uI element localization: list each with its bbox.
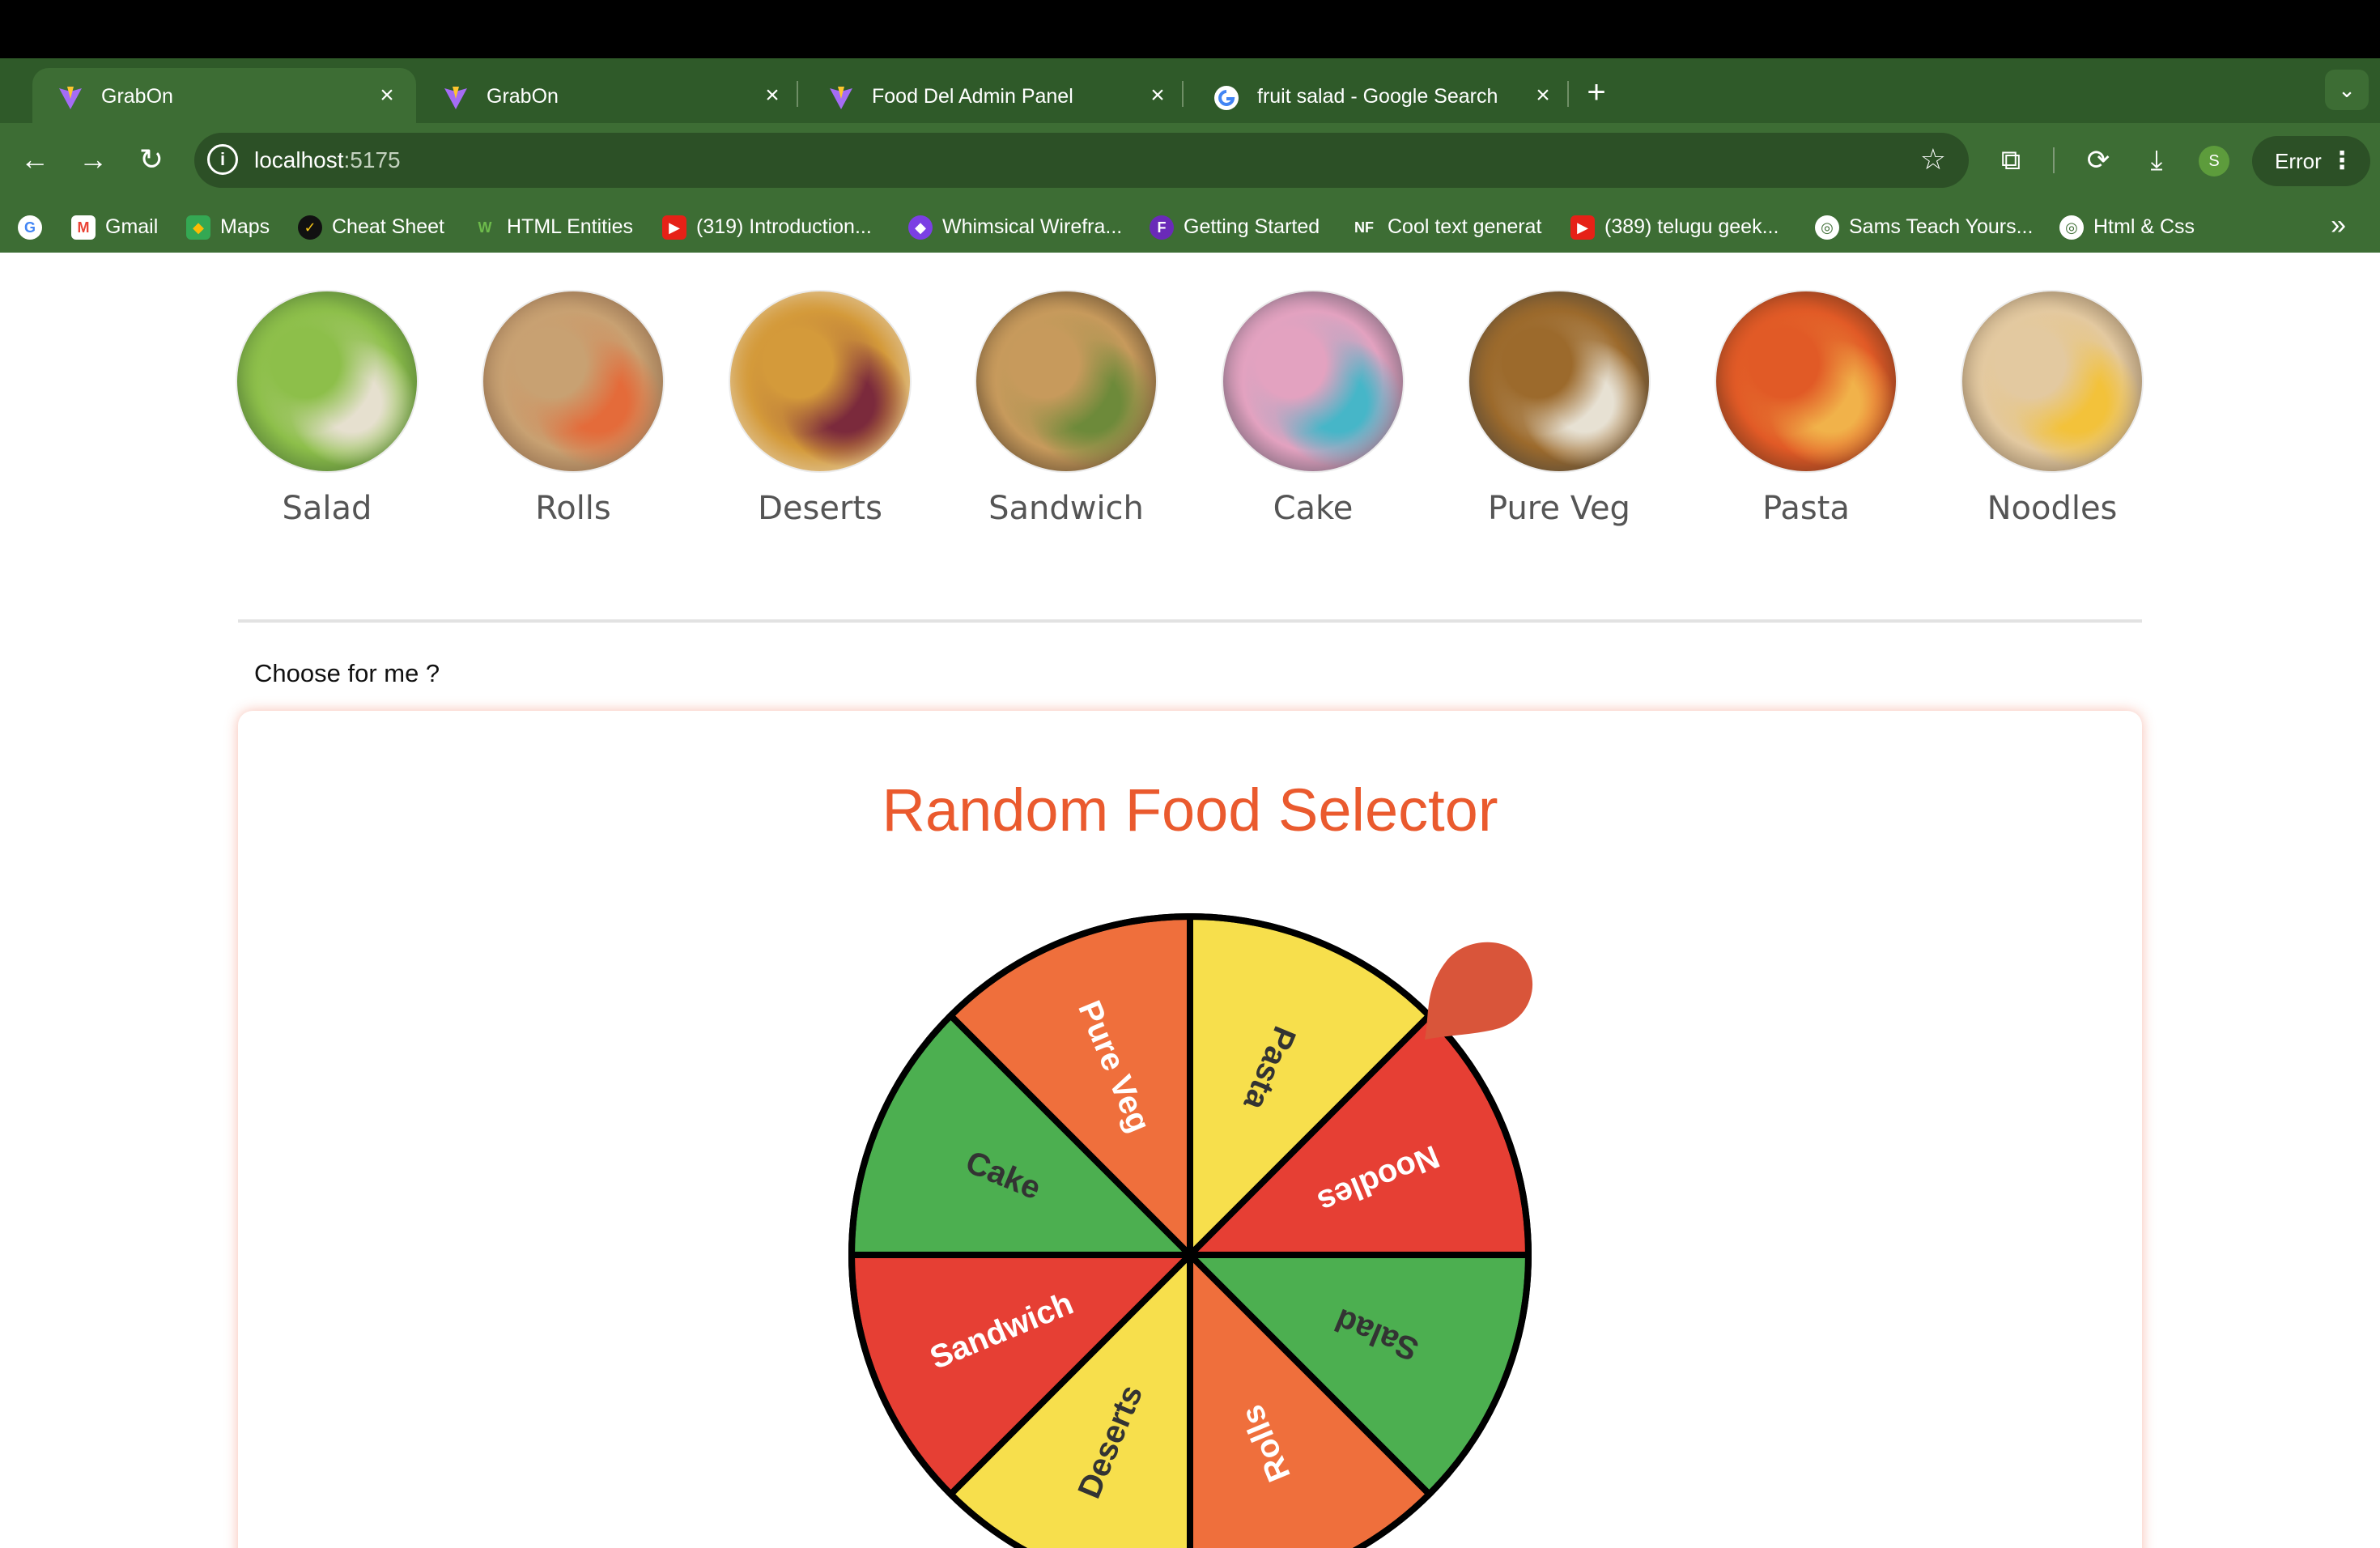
tab-title: GrabOn [487,85,559,108]
error-menu-button[interactable]: Error ⋮ [2252,136,2370,186]
back-button[interactable]: ← [15,139,55,180]
tab-search-button[interactable]: ⌄ [2325,70,2369,110]
url-text: localhost:5175 [254,147,401,172]
bookmark-introduction[interactable]: ▶ (319) Introduction... [662,212,872,241]
category-label: Pasta [1762,490,1850,527]
category-item[interactable]: Pure Veg [1454,291,1664,528]
category-label: Pure Veg [1488,490,1630,527]
bookmark-star-icon[interactable]: ☆ [1920,142,1946,176]
bookmarks-bar: G M Gmail ◆ Maps ✓ Cheat Sheet W HTML Entiti… [0,198,2380,253]
performance-icon[interactable]: ⟳ [2079,141,2118,180]
category-image[interactable] [1962,291,2142,471]
category-image[interactable] [483,291,663,471]
close-icon[interactable]: × [758,81,787,110]
tab-strip: GrabOn × GrabOn × Food Del Admin Panel ×… [0,58,2380,123]
category-item[interactable]: Noodles [1947,291,2157,528]
bookmark-telugu-geek[interactable]: ▶ (389) telugu geek... [1570,212,1779,241]
category-item[interactable]: Cake [1208,291,1418,528]
wheel-pointer [1425,942,1533,1040]
category-label: Sandwich [988,490,1144,527]
category-image[interactable] [1716,291,1896,471]
category-item[interactable]: Salad [222,291,432,528]
html-entities-icon: W [478,219,492,236]
bookmark-sams-teach[interactable]: ◎ Sams Teach Yours... [1815,212,2033,241]
getting-started-icon: F [1150,215,1174,240]
tab-title: Food Del Admin Panel [872,85,1073,108]
toolbar-separator [2053,147,2055,173]
profile-avatar[interactable]: S [2199,146,2229,176]
tab-grabon-2[interactable]: GrabOn × [418,68,801,123]
category-image[interactable] [1469,291,1649,471]
cheat-sheet-icon: ✓ [298,215,322,240]
more-bookmarks-icon[interactable]: » [2331,209,2346,241]
extensions-icon[interactable]: ⧉ [1991,141,2030,180]
category-image[interactable] [1223,291,1403,471]
tab-title: GrabOn [101,85,173,108]
category-label: Noodles [1987,490,2118,527]
category-item[interactable]: Rolls [468,291,678,528]
category-item[interactable]: Sandwich [961,291,1171,528]
system-top-bar [0,0,2380,58]
category-label: Deserts [758,490,882,527]
new-tab-button[interactable]: + [1579,74,1614,110]
globe-icon: ◎ [1815,215,1839,240]
tab-food-del-admin[interactable]: Food Del Admin Panel × [803,68,1187,123]
bookmark-cheat-sheet[interactable]: ✓ Cheat Sheet [298,212,444,241]
maps-icon: ◆ [186,215,210,240]
category-image[interactable] [976,291,1156,471]
bookmark-html-entities[interactable]: W HTML Entities [473,212,634,241]
vite-icon [444,87,467,109]
youtube-icon: ▶ [1570,215,1595,240]
bookmark-google[interactable]: G [18,212,52,241]
google-icon [1214,86,1239,110]
youtube-icon: ▶ [662,215,686,240]
download-icon[interactable]: ⤓ [2137,141,2176,180]
close-icon[interactable]: × [372,81,402,110]
tab-separator [1567,81,1569,107]
category-image[interactable] [237,291,417,471]
close-icon[interactable]: × [1528,81,1558,110]
section-divider [238,619,2142,623]
reload-button[interactable]: ↻ [131,139,172,180]
nf-icon: NF [1354,219,1374,236]
category-label: Cake [1273,490,1354,527]
bookmark-getting-started[interactable]: F Getting Started [1150,212,1320,241]
more-icon: ⋮ [2330,147,2354,174]
tab-google-search[interactable]: fruit salad - Google Search × [1188,68,1572,123]
whimsical-icon: ◆ [908,215,933,240]
forward-button[interactable]: → [73,139,113,180]
bookmark-gmail[interactable]: M Gmail [71,212,158,241]
tab-grabon-1[interactable]: GrabOn × [32,68,416,123]
browser-toolbar: ← → ↻ i localhost:5175 ☆ ⧉ ⟳ ⤓ S Error ⋮ [0,123,2380,198]
category-item[interactable]: Pasta [1701,291,1911,528]
category-image[interactable] [730,291,910,471]
vite-icon [830,87,852,109]
category-item[interactable]: Deserts [715,291,925,528]
tab-separator [797,81,798,107]
google-icon: G [18,215,42,240]
close-icon[interactable]: × [1143,81,1172,110]
tab-title: fruit salad - Google Search [1257,85,1498,108]
choose-for-me-label: Choose for me ? [254,659,440,687]
globe-icon: ◎ [2059,215,2084,240]
bookmark-cool-text[interactable]: NF Cool text generat [1350,212,1541,241]
bookmark-maps[interactable]: ◆ Maps [186,212,270,241]
bookmark-html-css[interactable]: ◎ Html & Css [2059,212,2195,241]
tab-separator [1182,81,1184,107]
vite-icon [59,87,82,109]
address-bar[interactable]: i localhost:5175 ☆ [194,133,1969,188]
category-label: Rolls [535,490,611,527]
gmail-icon: M [71,215,96,240]
bookmark-whimsical[interactable]: ◆ Whimsical Wirefra... [908,212,1122,241]
category-label: Salad [282,490,372,527]
site-info-icon[interactable]: i [207,144,238,175]
random-food-title: Random Food Selector [882,776,1498,844]
